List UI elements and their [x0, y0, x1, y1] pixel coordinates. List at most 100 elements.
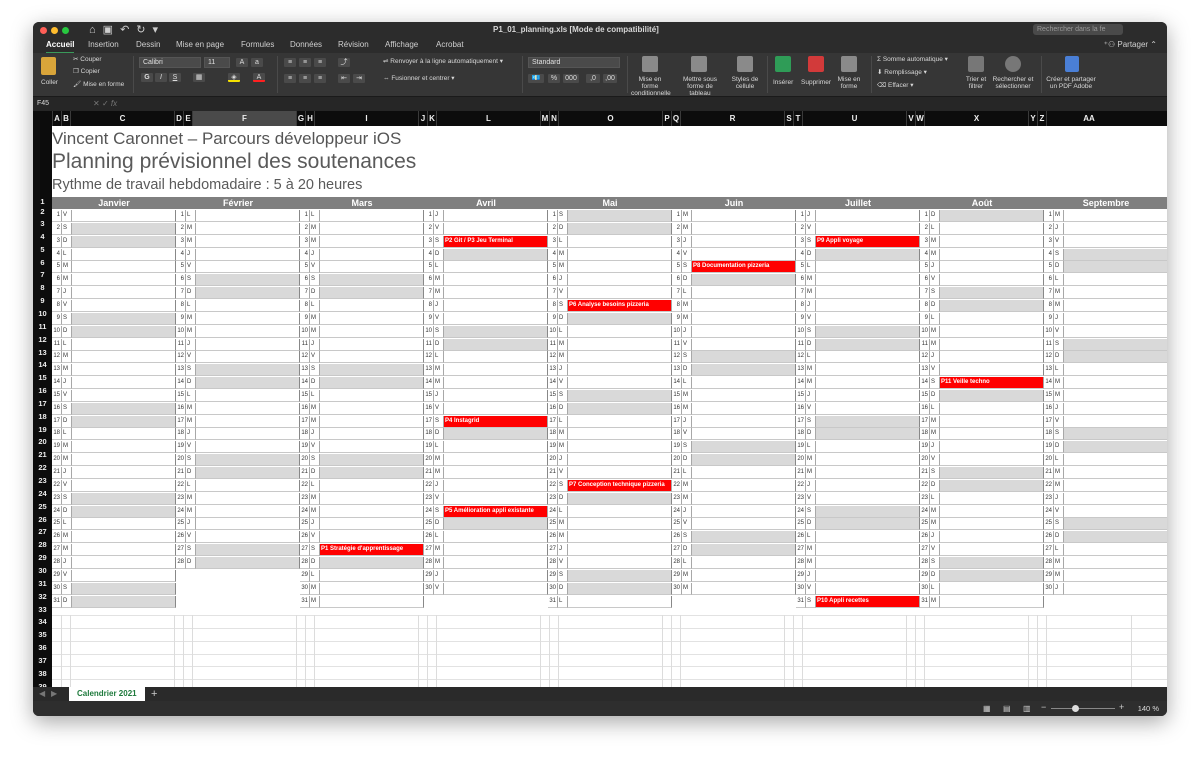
day-cell[interactable]	[692, 428, 796, 441]
day-cell[interactable]	[72, 441, 176, 454]
day-cell[interactable]	[692, 287, 796, 300]
day-cell[interactable]	[320, 274, 424, 287]
insert-cells-icon[interactable]	[775, 56, 791, 72]
day-cell[interactable]	[568, 518, 672, 531]
day-cell[interactable]	[692, 338, 796, 351]
day-cell[interactable]	[940, 325, 1044, 338]
day-cell[interactable]	[692, 377, 796, 390]
day-cell[interactable]	[940, 454, 1044, 467]
column-header-u[interactable]: U	[802, 111, 906, 126]
day-cell[interactable]	[1064, 326, 1167, 338]
day-cell[interactable]	[940, 402, 1044, 415]
row-header-24[interactable]: 24	[33, 487, 52, 500]
column-header-x[interactable]: X	[924, 111, 1028, 126]
day-cell[interactable]	[692, 325, 796, 338]
row-header-29[interactable]: 29	[33, 551, 52, 564]
row-header-14[interactable]: 14	[33, 358, 52, 371]
day-cell[interactable]	[568, 325, 672, 338]
row-header-21[interactable]: 21	[33, 448, 52, 461]
wrap-text-button[interactable]: ⇌ Renvoyer à la ligne automatiquement ▾	[383, 58, 503, 65]
row-header-38[interactable]: 38	[33, 667, 52, 680]
row-header-16[interactable]: 16	[33, 384, 52, 397]
day-cell[interactable]	[1064, 570, 1167, 582]
day-cell[interactable]	[72, 325, 176, 338]
day-cell[interactable]	[940, 287, 1044, 300]
tab-mise-en-page[interactable]: Mise en page	[176, 38, 224, 52]
day-cell[interactable]	[72, 531, 176, 544]
day-cell[interactable]	[72, 544, 176, 557]
day-cell[interactable]	[72, 287, 176, 300]
day-cell[interactable]	[444, 428, 548, 441]
day-cell[interactable]	[692, 479, 796, 492]
day-cell[interactable]	[940, 531, 1044, 544]
row-header-26[interactable]: 26	[33, 513, 52, 526]
day-cell[interactable]	[196, 222, 300, 235]
undo-icon[interactable]: ↶	[120, 23, 129, 37]
day-cell[interactable]	[444, 454, 548, 467]
day-cell[interactable]	[692, 222, 796, 235]
day-cell[interactable]	[320, 518, 424, 531]
day-cell[interactable]	[1064, 351, 1167, 364]
day-cell[interactable]	[940, 351, 1044, 364]
number-format-select[interactable]: Standard	[528, 57, 620, 68]
day-cell[interactable]	[444, 287, 548, 300]
day-cell[interactable]	[320, 338, 424, 351]
row-header-28[interactable]: 28	[33, 538, 52, 551]
day-cell[interactable]	[940, 364, 1044, 377]
day-cell[interactable]	[72, 556, 176, 569]
worksheet-grid[interactable]: Vincent Caronnet – Parcours développeur …	[52, 126, 1167, 687]
day-cell[interactable]	[196, 312, 300, 325]
row-header-19[interactable]: 19	[33, 423, 52, 436]
column-header-w[interactable]: W	[915, 111, 924, 126]
day-cell[interactable]	[72, 518, 176, 531]
cell-styles-icon[interactable]	[737, 56, 753, 72]
day-cell[interactable]	[568, 428, 672, 441]
day-cell[interactable]	[72, 248, 176, 261]
day-cell[interactable]	[196, 505, 300, 518]
day-cell[interactable]	[816, 479, 920, 492]
day-cell[interactable]	[1064, 390, 1167, 402]
currency-icon[interactable]: 💶	[528, 74, 544, 83]
row-header-36[interactable]: 36	[33, 641, 52, 654]
day-cell[interactable]	[940, 389, 1044, 402]
day-cell[interactable]	[568, 467, 672, 479]
insert-button[interactable]: Insérer	[773, 79, 793, 86]
day-cell[interactable]	[940, 544, 1044, 557]
autosum-button[interactable]: Σ Somme automatique ▾	[877, 56, 948, 63]
day-cell[interactable]	[444, 544, 548, 557]
day-cell[interactable]	[72, 312, 176, 325]
day-cell[interactable]	[196, 441, 300, 454]
day-cell[interactable]	[196, 299, 300, 312]
cut-button[interactable]: ✂ Couper	[73, 56, 102, 63]
row-header-22[interactable]: 22	[33, 461, 52, 474]
day-cell[interactable]	[320, 415, 424, 428]
day-cell[interactable]	[940, 556, 1044, 569]
day-cell[interactable]	[568, 492, 672, 505]
day-cell[interactable]	[568, 274, 672, 287]
column-header-g[interactable]: G	[296, 111, 305, 126]
format-cells-icon[interactable]	[841, 56, 857, 72]
day-cell[interactable]	[196, 454, 300, 467]
day-cell[interactable]	[816, 428, 920, 441]
day-cell[interactable]	[72, 492, 176, 505]
day-cell[interactable]	[816, 261, 920, 274]
row-header-4[interactable]: 4	[33, 230, 52, 243]
event-cell[interactable]: P6 Analyse besoins pizzeria	[568, 299, 672, 312]
sort-filter-icon[interactable]	[968, 56, 984, 72]
day-cell[interactable]	[320, 389, 424, 402]
day-cell[interactable]	[444, 582, 548, 595]
column-header-v[interactable]: V	[906, 111, 915, 126]
day-cell[interactable]	[940, 582, 1044, 595]
day-cell[interactable]	[320, 377, 424, 390]
day-cell[interactable]	[320, 325, 424, 338]
day-cell[interactable]	[692, 415, 796, 428]
day-cell[interactable]	[196, 428, 300, 441]
day-cell[interactable]	[940, 210, 1044, 222]
day-cell[interactable]	[692, 518, 796, 531]
day-cell[interactable]	[196, 235, 300, 248]
event-cell[interactable]: P9 Appli voyage	[816, 235, 920, 248]
sheet-tab-calendrier[interactable]: Calendrier 2021	[69, 687, 145, 701]
day-cell[interactable]	[72, 402, 176, 415]
day-cell[interactable]	[692, 441, 796, 454]
day-cell[interactable]	[196, 261, 300, 274]
